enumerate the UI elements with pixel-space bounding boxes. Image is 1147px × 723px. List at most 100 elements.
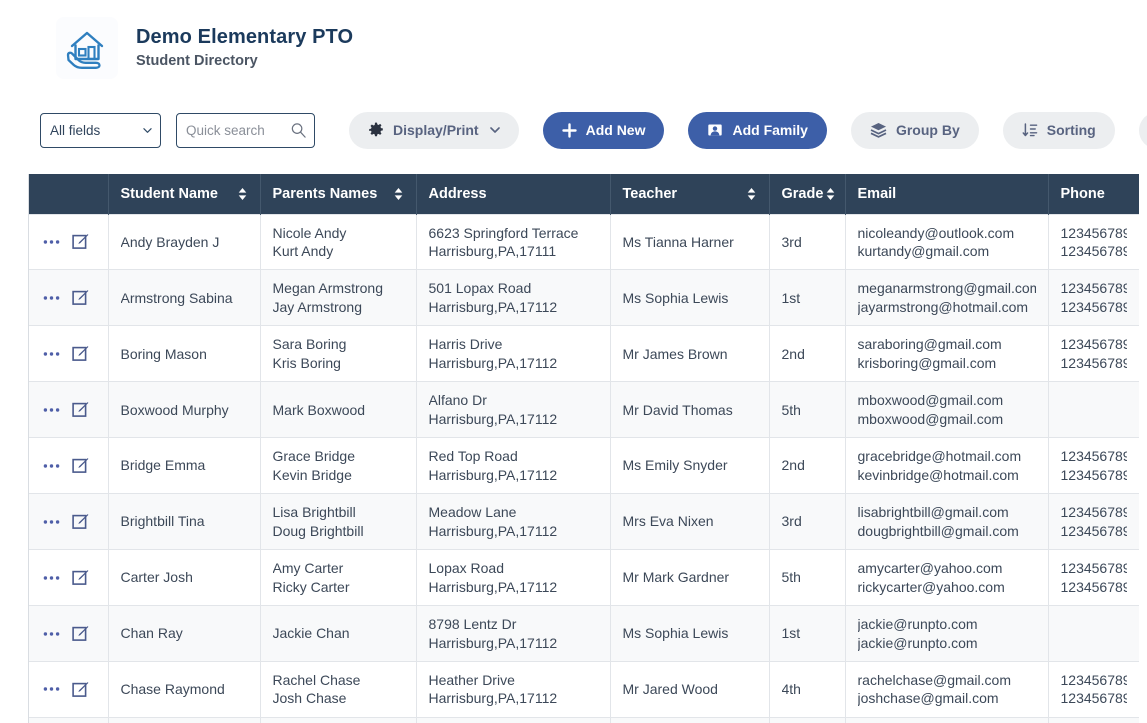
row-actions-cell bbox=[29, 382, 108, 438]
cell-line: Ms Emily Snyder bbox=[623, 456, 757, 474]
cell-address: Harris DriveHarrisburg,PA,17112 bbox=[416, 326, 610, 382]
cell-line: Ms Tianna Harner bbox=[623, 233, 757, 251]
cell-grade: 4th bbox=[769, 662, 845, 718]
edit-pencil-icon[interactable] bbox=[72, 289, 89, 306]
cell-student-name: Boxwood Murphy bbox=[108, 382, 260, 438]
ellipsis-icon[interactable] bbox=[43, 519, 60, 525]
table-row: Chase RaymondRachel ChaseJosh ChaseHeath… bbox=[29, 662, 1139, 718]
cell-line: Mark Boxwood bbox=[273, 401, 404, 419]
student-directory-table: Student Name Parents Names bbox=[29, 174, 1139, 723]
quick-search-input[interactable] bbox=[176, 113, 315, 148]
table-header: Student Name Parents Names bbox=[29, 174, 1139, 214]
sort-updown-icon[interactable] bbox=[746, 187, 757, 201]
ellipsis-icon[interactable] bbox=[43, 631, 60, 637]
edit-pencil-icon[interactable] bbox=[72, 681, 89, 698]
sort-updown-icon[interactable] bbox=[237, 187, 248, 201]
cell-line: Sara Boring bbox=[273, 335, 404, 353]
cell-line: Grace Bridge bbox=[273, 447, 404, 465]
add-family-button[interactable]: Add Family bbox=[688, 112, 826, 149]
cell-parents-names: Rachel ChaseJosh Chase bbox=[260, 662, 416, 718]
cell-email: meganarmstrong@gmail.comjayarmstrong@hot… bbox=[845, 270, 1048, 326]
edit-pencil-icon[interactable] bbox=[72, 569, 89, 586]
column-header-teacher[interactable]: Teacher bbox=[610, 174, 769, 214]
display-print-button[interactable]: Display/Print bbox=[349, 112, 519, 149]
ellipsis-icon[interactable] bbox=[43, 686, 60, 692]
cell-line: Harrisburg,PA,17112 bbox=[429, 689, 598, 707]
student-directory-table-wrap: Student Name Parents Names bbox=[28, 174, 1138, 723]
edit-pencil-icon[interactable] bbox=[72, 513, 89, 530]
cell-line: Mr Jared Wood bbox=[623, 680, 757, 698]
cell-line: rachelchase@gmail.com bbox=[858, 671, 1036, 689]
cell-line: Chan Ray bbox=[121, 624, 248, 642]
ellipsis-icon[interactable] bbox=[43, 239, 60, 245]
cell-address: Alfano DrHarrisburg,PA,17112 bbox=[416, 382, 610, 438]
cell-teacher: Ms Tianna Harner bbox=[610, 214, 769, 270]
column-header-student-name[interactable]: Student Name bbox=[108, 174, 260, 214]
cell-email: saraboring@gmail.comkrisboring@gmail.com bbox=[845, 326, 1048, 382]
cell-line: Ricky Carter bbox=[273, 578, 404, 596]
cell-email: lisabrightbill@gmail.comdougbrightbill@g… bbox=[845, 494, 1048, 550]
table-row: Brightbill TinaLisa BrightbillDoug Brigh… bbox=[29, 494, 1139, 550]
house-in-hand-logo bbox=[56, 17, 118, 79]
edit-pencil-icon[interactable] bbox=[72, 345, 89, 362]
ellipsis-icon[interactable] bbox=[43, 351, 60, 357]
edit-pencil-icon[interactable] bbox=[72, 625, 89, 642]
sort-updown-icon[interactable] bbox=[825, 187, 836, 201]
cell-line: 5th bbox=[782, 401, 833, 419]
field-filter-select[interactable]: All fields bbox=[40, 113, 161, 148]
ellipsis-icon[interactable] bbox=[43, 463, 60, 469]
column-label: Phone bbox=[1061, 186, 1105, 202]
row-actions-cell bbox=[29, 214, 108, 270]
cell-line: 5th bbox=[782, 568, 833, 586]
row-actions bbox=[43, 513, 98, 530]
cell-line: Kris Boring bbox=[273, 354, 404, 372]
row-actions bbox=[43, 681, 98, 698]
cell-email: mboxwood@gmail.commboxwood@gmail.com bbox=[845, 382, 1048, 438]
column-header-grade[interactable]: Grade bbox=[769, 174, 845, 214]
edit-pencil-icon[interactable] bbox=[72, 233, 89, 250]
cell-grade: 1st bbox=[769, 270, 845, 326]
edit-pencil-icon[interactable] bbox=[72, 457, 89, 474]
ellipsis-icon[interactable] bbox=[43, 295, 60, 301]
edit-pencil-icon[interactable] bbox=[72, 401, 89, 418]
cell-line: Andy Brayden J bbox=[121, 233, 248, 251]
sorting-button[interactable]: Sorting bbox=[1003, 112, 1115, 149]
row-actions-cell bbox=[29, 494, 108, 550]
columns-button[interactable]: Columns bbox=[1139, 112, 1147, 149]
cell-address: 8798 Lentz DrHarrisburg,PA,17112 bbox=[416, 606, 610, 662]
cell-line: Heather Drive bbox=[429, 671, 598, 689]
quick-search-wrap bbox=[176, 113, 315, 148]
column-header-email: Email bbox=[845, 174, 1048, 214]
cell-line: 1234567890 bbox=[1061, 298, 1128, 316]
gear-icon bbox=[368, 122, 384, 138]
column-label: Grade bbox=[782, 186, 824, 202]
page-subtitle: Student Directory bbox=[136, 52, 353, 70]
column-header-parents-names[interactable]: Parents Names bbox=[260, 174, 416, 214]
table-row: Armstrong SabinaMegan ArmstrongJay Armst… bbox=[29, 270, 1139, 326]
cell-student-name: Boring Mason bbox=[108, 326, 260, 382]
add-new-button[interactable]: Add New bbox=[543, 112, 665, 149]
cell-line: Kevin Bridge bbox=[273, 466, 404, 484]
cell-phone: 12345678901234567890 bbox=[1048, 270, 1139, 326]
cell-teacher: Ms Sophia Lewis bbox=[610, 606, 769, 662]
cell-line: 3rd bbox=[782, 233, 833, 251]
cell-line: Mr Mark Gardner bbox=[623, 568, 757, 586]
chevron-down-icon bbox=[490, 126, 500, 134]
cell-address: Meadow LaneHarrisburg,PA,17112 bbox=[416, 494, 610, 550]
page-title: Demo Elementary PTO bbox=[136, 25, 353, 50]
cell-phone: 12345678901234567890 bbox=[1048, 550, 1139, 606]
table-row: Bridge EmmaGrace BridgeKevin BridgeRed T… bbox=[29, 438, 1139, 494]
cell-line: 8798 Lentz Dr bbox=[429, 615, 598, 633]
ellipsis-icon[interactable] bbox=[43, 407, 60, 413]
cell-phone: 12345678901234567890 bbox=[1048, 438, 1139, 494]
ellipsis-icon[interactable] bbox=[43, 575, 60, 581]
cell-email: jackie@runpto.comjackie@runpto.com bbox=[845, 606, 1048, 662]
cell-line: Harrisburg,PA,17112 bbox=[429, 634, 598, 652]
cell-line: kevinbridge@hotmail.com bbox=[858, 466, 1036, 484]
cell-line: krisboring@gmail.com bbox=[858, 354, 1036, 372]
cell-line: Bridge Emma bbox=[121, 456, 248, 474]
group-by-button[interactable]: Group By bbox=[851, 112, 979, 149]
sort-updown-icon[interactable] bbox=[393, 187, 404, 201]
cell-line: 2nd bbox=[782, 345, 833, 363]
field-filter-wrap: All fields bbox=[40, 113, 161, 148]
